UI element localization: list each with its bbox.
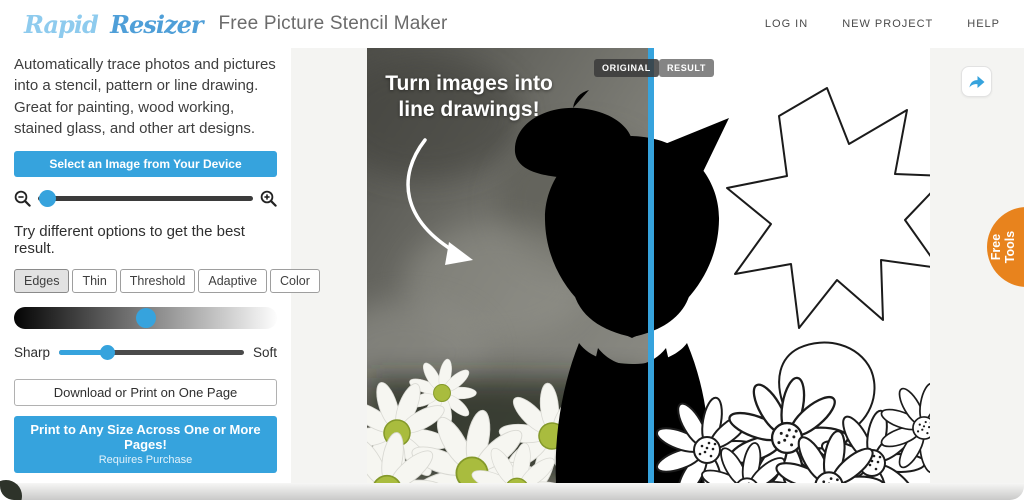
bottom-shadow-band	[0, 483, 1024, 500]
threshold-slider-knob[interactable]	[136, 308, 156, 328]
nav-log-in[interactable]: LOG IN	[765, 18, 808, 30]
stencil-preview[interactable]: ORIGINAL RESULT Turn images into line dr…	[367, 48, 930, 483]
free-tools-line2: Tools	[1003, 231, 1017, 263]
result-badge: RESULT	[659, 59, 714, 77]
tool-sidebar: Automatically trace photos and pictures …	[0, 48, 291, 483]
tab-color[interactable]: Color	[270, 269, 320, 293]
sharp-soft-slider[interactable]	[59, 350, 244, 355]
print-any-size-button[interactable]: Print to Any Size Across One or More Pag…	[14, 416, 277, 473]
print-button-line1: Print to Any Size Across One or More Pag…	[22, 422, 269, 452]
app-description: Automatically trace photos and pictures …	[14, 54, 277, 139]
select-image-button[interactable]: Select an Image from Your Device	[14, 151, 277, 177]
options-hint: Try different options to get the best re…	[14, 223, 277, 257]
sharp-label: Sharp	[14, 345, 50, 360]
promo-line2: line drawings!	[369, 97, 569, 123]
zoom-out-icon[interactable]	[14, 190, 31, 207]
detail-slider-row: Sharp Soft	[14, 345, 277, 360]
tab-adaptive[interactable]: Adaptive	[198, 269, 267, 293]
zoom-slider-knob[interactable]	[39, 190, 56, 207]
header-nav: LOG IN NEW PROJECT HELP	[765, 18, 1000, 30]
nav-new-project[interactable]: NEW PROJECT	[842, 18, 933, 30]
brand-logo-word2: Resizer	[110, 10, 202, 39]
zoom-slider[interactable]	[38, 196, 253, 201]
share-button[interactable]	[961, 66, 992, 97]
promo-line1: Turn images into	[369, 71, 569, 97]
free-tools-line1: Free	[989, 234, 1003, 260]
free-tools-tab[interactable]: Free Tools	[987, 207, 1024, 287]
split-divider-handle[interactable]	[648, 48, 654, 483]
tab-edges[interactable]: Edges	[14, 269, 69, 293]
threshold-gradient-slider[interactable]	[14, 307, 277, 329]
promo-overlay-text: Turn images into line drawings!	[369, 71, 569, 122]
share-arrow-icon	[967, 73, 986, 90]
download-print-button[interactable]: Download or Print on One Page	[14, 379, 277, 406]
free-tools-label: Free Tools	[963, 207, 1024, 287]
header: Rapid Resizer Free Picture Stencil Maker…	[0, 0, 1024, 48]
app-window: Rapid Resizer Free Picture Stencil Maker…	[0, 0, 1024, 500]
page-title: Free Picture Stencil Maker	[218, 13, 447, 35]
tab-threshold[interactable]: Threshold	[120, 269, 196, 293]
zoom-in-icon[interactable]	[260, 190, 277, 207]
mode-tabs: Edges Thin Threshold Adaptive Color	[14, 269, 277, 293]
zoom-control	[14, 190, 277, 207]
sharp-soft-slider-knob[interactable]	[100, 345, 115, 360]
soft-label: Soft	[253, 345, 277, 360]
nav-help[interactable]: HELP	[967, 18, 1000, 30]
brand-logo[interactable]: Rapid Resizer	[24, 10, 202, 39]
tab-thin[interactable]: Thin	[72, 269, 116, 293]
print-button-line2: Requires Purchase	[22, 454, 269, 466]
original-badge: ORIGINAL	[594, 59, 659, 77]
brand-logo-word1: Rapid	[24, 10, 98, 39]
